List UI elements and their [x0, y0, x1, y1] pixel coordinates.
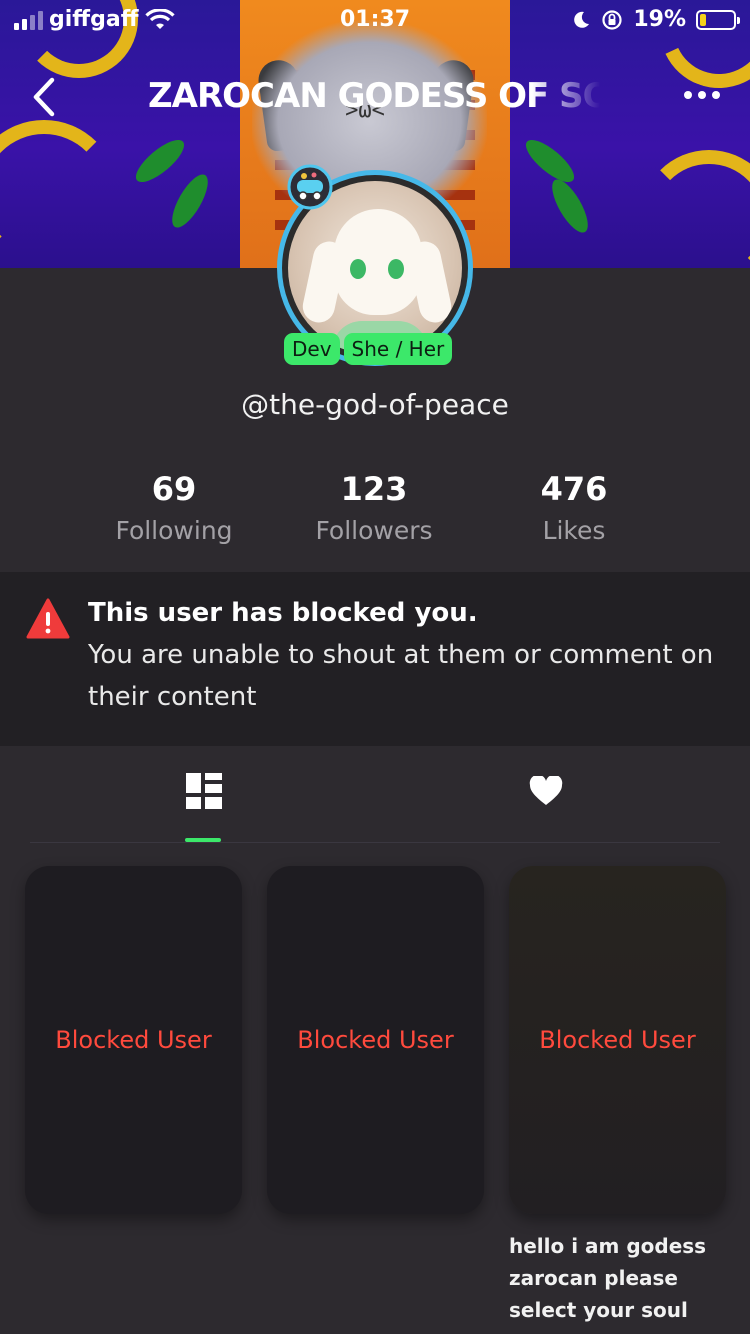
warning-icon: [26, 598, 70, 639]
post-caption: hello i am godess zarocan please select …: [509, 1234, 707, 1322]
stat-followers[interactable]: 123 Followers: [274, 470, 474, 545]
moon-icon: [574, 11, 590, 28]
stat-label: Followers: [315, 516, 433, 545]
stat-label: Following: [115, 516, 233, 545]
stat-value: 123: [340, 470, 408, 508]
pronouns-badge: She / Her: [343, 333, 453, 365]
content-tabs: [30, 746, 720, 843]
blocked-label: Blocked User: [297, 1026, 454, 1054]
post-card[interactable]: Blocked User: [267, 866, 484, 1214]
status-bar: giffgaff 01:37 19%: [0, 0, 750, 40]
page-title: ZAROCAN GODESS OF SOULS: [148, 76, 600, 116]
grid-icon: [186, 773, 222, 809]
blocked-notice-text: This user has blocked you. You are unabl…: [88, 598, 728, 718]
stat-label: Likes: [542, 516, 606, 545]
tab-likes[interactable]: [487, 746, 607, 842]
profile-badges: Dev She / Her: [284, 333, 453, 365]
avatar-frame-badge-icon: [287, 164, 333, 210]
tab-posts[interactable]: [143, 746, 263, 842]
stat-value: 69: [151, 470, 197, 508]
username: @the-god-of-peace: [241, 388, 509, 421]
dev-badge: Dev: [284, 333, 340, 365]
heart-icon: [529, 776, 563, 805]
post-card[interactable]: Blocked User: [509, 866, 726, 1214]
battery-percent: 19%: [633, 7, 686, 32]
more-dots-icon: [684, 91, 720, 99]
orientation-lock-icon: [602, 9, 622, 30]
active-tab-indicator: [185, 838, 221, 842]
blocked-notice-title: This user has blocked you.: [88, 598, 478, 628]
blocked-label: Blocked User: [55, 1026, 212, 1054]
back-button[interactable]: [28, 74, 68, 120]
stat-likes[interactable]: 476 Likes: [474, 470, 674, 545]
stat-following[interactable]: 69 Following: [74, 470, 274, 545]
battery-icon: [696, 9, 740, 30]
post-card[interactable]: Blocked User: [25, 866, 242, 1214]
stat-value: 476: [540, 470, 608, 508]
blocked-label: Blocked User: [539, 1026, 696, 1054]
blocked-notice-body: You are unable to shout at them or comme…: [88, 640, 714, 712]
chevron-left-icon: [33, 77, 55, 117]
more-options-button[interactable]: [678, 80, 726, 110]
